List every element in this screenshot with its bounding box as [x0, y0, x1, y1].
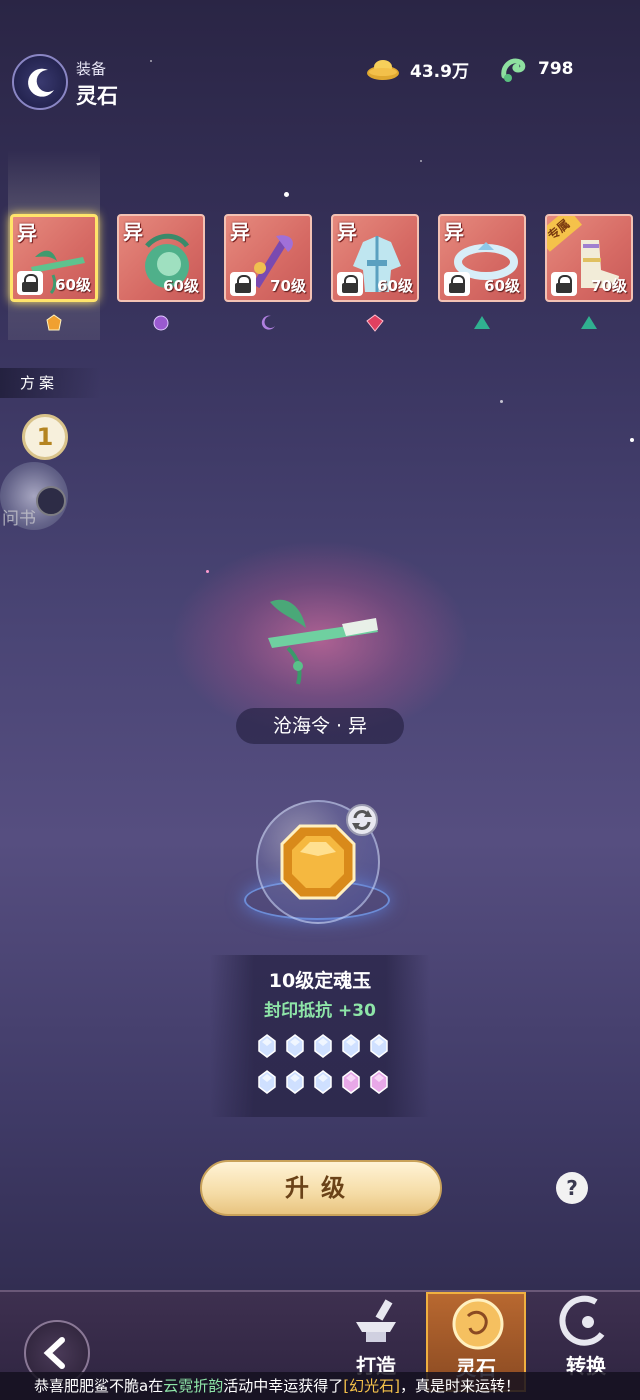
slot-tag: 异: [17, 221, 37, 245]
pink-crystal-icon: [342, 1070, 360, 1094]
crystal-row-2: [258, 1070, 388, 1096]
gold-amount: 43.9万: [410, 61, 469, 82]
lock-icon[interactable]: [551, 272, 577, 296]
header-subtitle: 装备: [76, 60, 107, 78]
gem-attribute: 封印抵抗 +30: [264, 1001, 376, 1021]
plan-label: 方案: [0, 368, 100, 398]
amber-gem-icon: [280, 824, 356, 900]
blue-crystal-icon: [286, 1070, 304, 1094]
slot-level: 60级: [377, 277, 413, 295]
companion-avatar[interactable]: 问书: [0, 462, 68, 530]
red-gem-icon: [366, 314, 384, 332]
teal-gem-icon: [581, 316, 597, 329]
top-header: 装备 灵石 43.9万 798: [0, 40, 640, 120]
jade-coin-icon: [501, 58, 526, 82]
slot-tag: 异: [337, 220, 357, 244]
announcement-ticker: 恭喜肥肥鲨不脆a在云霓折韵活动中幸运获得了[幻光石]，真是时来运转！: [0, 1372, 640, 1400]
blue-crystal-icon: [286, 1034, 304, 1058]
equip-slot-necklace[interactable]: 异 70级: [224, 214, 312, 302]
crystal-row-1: [258, 1034, 388, 1060]
anvil-icon: [356, 1299, 396, 1342]
crescent-gem-icon: [261, 315, 275, 330]
amber-gem-icon: [46, 314, 62, 331]
help-button[interactable]: ?: [556, 1172, 588, 1204]
blue-crystal-icon: [258, 1070, 276, 1094]
swap-gem-button[interactable]: [346, 804, 378, 836]
swap-icon: [352, 810, 372, 830]
slot-level: 60级: [55, 276, 91, 294]
lock-icon[interactable]: [230, 272, 256, 296]
item-weapon-icon: [268, 599, 378, 685]
spirit-stone-icon: [452, 1298, 504, 1350]
slot-level: 60级: [163, 277, 199, 295]
equip-slot-armor[interactable]: 异 60级: [331, 214, 419, 302]
ticker-event: 云霓折韵: [163, 1377, 224, 1395]
slot-level: 70级: [270, 277, 306, 295]
gem-title: 10级定魂玉: [268, 970, 372, 992]
blue-crystal-icon: [370, 1034, 388, 1058]
item-name: 沧海令 · 异: [236, 708, 404, 744]
slot-tag: 异: [230, 220, 250, 244]
ticker-suffix: ，真是时来运转！: [399, 1377, 520, 1395]
ticker-prefix: 恭喜肥肥鲨不脆a在: [34, 1377, 164, 1395]
purple-gem-icon: [153, 315, 169, 331]
equip-slot-weapon[interactable]: 异 60级: [10, 214, 98, 302]
blue-crystal-icon: [314, 1034, 332, 1058]
lock-icon[interactable]: [337, 272, 363, 296]
equipment-slot-bar: 异 60级 异 60级 异 70级 异 60级 异 60级 专属 70级: [0, 214, 640, 334]
equip-slot-boots[interactable]: 专属 70级: [545, 214, 633, 302]
jade-amount: 798: [538, 59, 574, 79]
moon-icon: [12, 54, 68, 110]
equip-slot-bracelet[interactable]: 异 60级: [438, 214, 526, 302]
blue-crystal-icon: [314, 1070, 332, 1094]
ticker-reward: [幻光石]: [343, 1377, 400, 1395]
blue-crystal-icon: [258, 1034, 276, 1058]
avatar-label: 问书: [2, 509, 36, 529]
slot-level: 60级: [484, 277, 520, 295]
lock-icon[interactable]: [17, 271, 43, 295]
gold-ingot-icon: [367, 60, 399, 80]
blue-crystal-icon: [342, 1034, 360, 1058]
gold-currency[interactable]: 43.9万: [366, 54, 469, 84]
teal-gem-icon: [474, 316, 490, 329]
jade-currency[interactable]: 798: [498, 54, 574, 84]
camera-icon: [36, 486, 66, 516]
slot-tag: 异: [123, 220, 143, 244]
plan-number-button[interactable]: 1: [22, 414, 68, 460]
ticker-middle: 活动中幸运获得了: [223, 1377, 344, 1395]
lock-icon[interactable]: [444, 272, 470, 296]
pink-crystal-icon: [370, 1070, 388, 1094]
slot-level: 70级: [591, 277, 627, 295]
convert-icon: [559, 1295, 605, 1346]
upgrade-button[interactable]: 升级: [200, 1160, 442, 1216]
slot-tag: 异: [444, 220, 464, 244]
page-title: 灵石: [76, 84, 118, 108]
equip-slot-helmet[interactable]: 异 60级: [117, 214, 205, 302]
